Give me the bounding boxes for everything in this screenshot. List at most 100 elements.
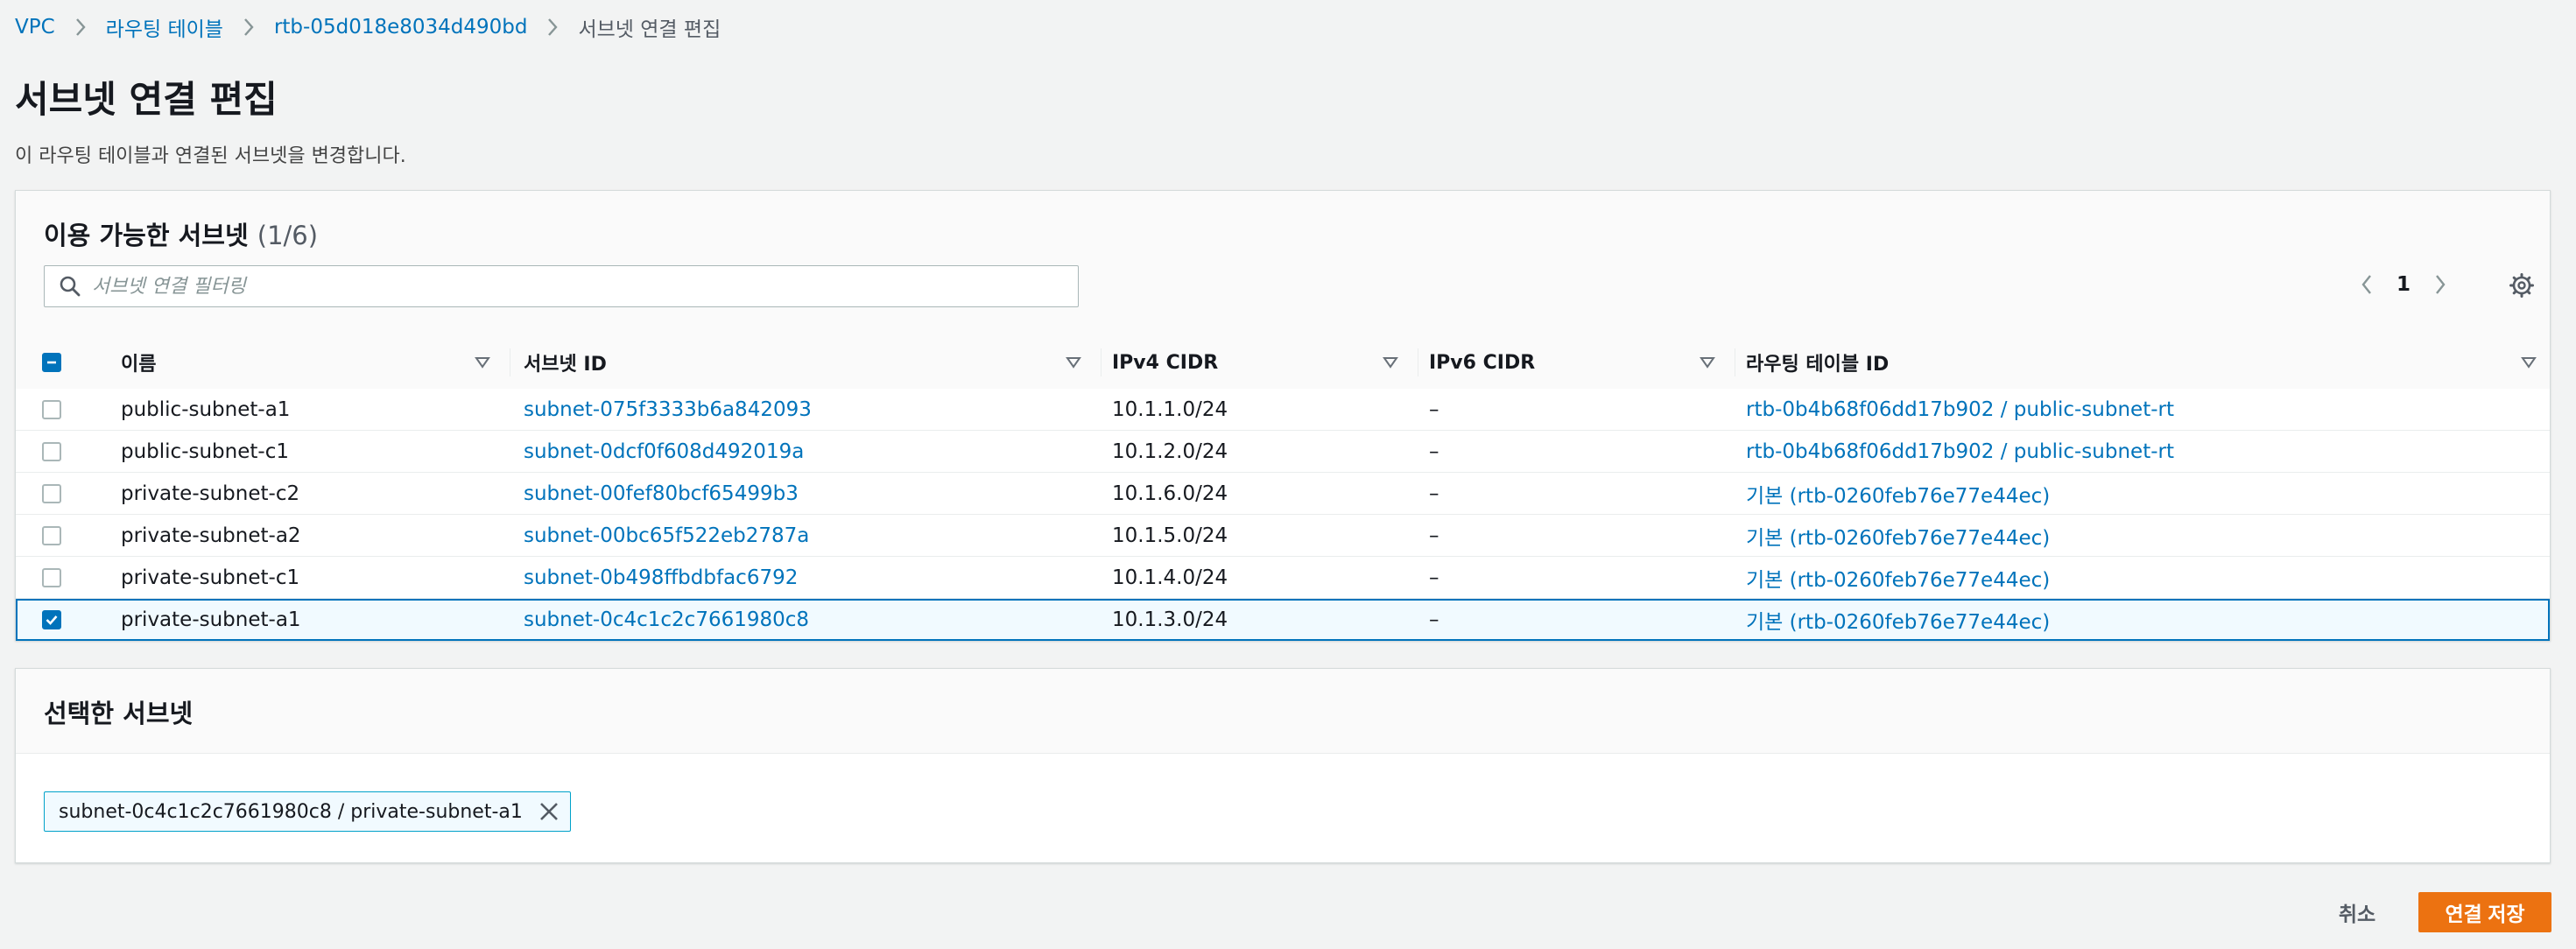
column-header-ipv4[interactable]: IPv4 CIDR: [1112, 336, 1418, 389]
subnet-name: private-subnet-a1: [121, 608, 301, 631]
subnet-filter-input[interactable]: [90, 274, 1078, 299]
ipv6-cidr: –: [1429, 482, 1439, 505]
chevron-left-icon[interactable]: [2354, 271, 2380, 298]
row-checkbox[interactable]: [42, 484, 61, 503]
row-select-cell: [42, 431, 61, 473]
close-icon[interactable]: [535, 798, 563, 826]
token-label: subnet-0c4c1c2c7661980c8 / private-subne…: [59, 800, 523, 823]
column-label: IPv4 CIDR: [1112, 351, 1219, 374]
chevron-right-icon[interactable]: [2427, 271, 2453, 298]
subnet-table-body: public-subnet-a1 subnet-075f3333b6a84209…: [16, 389, 2550, 641]
subnet-id-link[interactable]: subnet-00bc65f522eb2787a: [524, 515, 809, 557]
table-row[interactable]: public-subnet-a1 subnet-075f3333b6a84209…: [16, 389, 2550, 431]
column-header-route-table[interactable]: 라우팅 테이블 ID: [1746, 336, 2543, 389]
breadcrumb: VPC 라우팅 테이블 rtb-05d018e8034d490bd 서브넷 연결…: [15, 12, 721, 42]
row-checkbox[interactable]: [42, 400, 61, 419]
ipv4-cidr: 10.1.2.0/24: [1112, 440, 1228, 463]
breadcrumb-route-table-id[interactable]: rtb-05d018e8034d490bd: [274, 16, 528, 39]
table-row[interactable]: public-subnet-c1 subnet-0dcf0f608d492019…: [16, 431, 2550, 473]
column-label: 이름: [121, 354, 157, 376]
ipv6-cidr: –: [1429, 608, 1439, 631]
save-associations-button[interactable]: 연결 저장: [2418, 892, 2551, 932]
subnet-name: private-subnet-c2: [121, 482, 300, 505]
breadcrumb-current: 서브넷 연결 편집: [578, 18, 721, 41]
chevron-right-icon: [236, 17, 262, 38]
sort-caret-icon: [1383, 357, 1398, 369]
ipv6-cidr: –: [1429, 440, 1439, 463]
subnet-id-link[interactable]: subnet-00fef80bcf65499b3: [524, 473, 799, 515]
row-select-cell: [42, 599, 61, 641]
pagination: 1: [2354, 271, 2453, 298]
subnet-id-link[interactable]: subnet-0c4c1c2c7661980c8: [524, 599, 809, 641]
checkmark-icon: [46, 615, 58, 625]
selected-subnets-title: 선택한 서브넷: [44, 699, 194, 728]
ipv4-cidr: 10.1.5.0/24: [1112, 524, 1228, 547]
ipv4-cidr: 10.1.3.0/24: [1112, 608, 1228, 631]
available-subnets-header: 이용 가능한 서브넷 (1/6) 1: [16, 191, 2550, 390]
subnet-name: public-subnet-a1: [121, 398, 291, 421]
chevron-right-icon: [67, 17, 94, 38]
row-select-cell: [42, 389, 61, 431]
table-header: 이름 서브넷 ID IPv4 CIDR IPv6 CIDR 라우팅 테이블 ID: [16, 336, 2550, 389]
ipv4-cidr: 10.1.1.0/24: [1112, 398, 1228, 421]
select-all-cell: [42, 336, 103, 389]
subnet-id-link[interactable]: subnet-0b498ffbdbfac6792: [524, 557, 798, 599]
selected-subnets-header: 선택한 서브넷: [16, 669, 2550, 754]
row-select-cell: [42, 515, 61, 557]
row-checkbox[interactable]: [42, 610, 61, 629]
ipv6-cidr: –: [1429, 524, 1439, 547]
filter-box: [44, 265, 1079, 307]
table-row[interactable]: private-subnet-a2 subnet-00bc65f522eb278…: [16, 515, 2550, 557]
ipv6-cidr: –: [1429, 398, 1439, 421]
breadcrumb-route-tables[interactable]: 라우팅 테이블: [106, 12, 223, 42]
subnet-name: private-subnet-c1: [121, 566, 300, 589]
subnet-id-link[interactable]: subnet-0dcf0f608d492019a: [524, 431, 804, 473]
sort-caret-icon: [1700, 357, 1715, 369]
breadcrumb-vpc[interactable]: VPC: [15, 16, 55, 39]
column-label: IPv6 CIDR: [1429, 351, 1536, 374]
route-table-link[interactable]: 기본 (rtb-0260feb76e77e44ec): [1746, 557, 2050, 599]
row-checkbox[interactable]: [42, 442, 61, 461]
column-label: 서브넷 ID: [524, 354, 607, 376]
chevron-right-icon: [539, 17, 566, 38]
available-subnets-panel: 이용 가능한 서브넷 (1/6) 1: [15, 190, 2551, 641]
route-table-link[interactable]: 기본 (rtb-0260feb76e77e44ec): [1746, 515, 2050, 557]
search-icon: [59, 275, 81, 298]
table-row[interactable]: private-subnet-c1 subnet-0b498ffbdbfac67…: [16, 557, 2550, 599]
row-select-cell: [42, 557, 61, 599]
ipv6-cidr: –: [1429, 566, 1439, 589]
sort-caret-icon: [475, 357, 490, 369]
column-label: 라우팅 테이블 ID: [1746, 354, 1890, 376]
table-row[interactable]: private-subnet-a1 subnet-0c4c1c2c7661980…: [16, 599, 2550, 641]
panel-title: 이용 가능한 서브넷 (1/6): [44, 215, 318, 252]
page-title: 서브넷 연결 편집: [15, 78, 278, 121]
route-table-link[interactable]: 기본 (rtb-0260feb76e77e44ec): [1746, 473, 2050, 515]
selected-subnets-panel: 선택한 서브넷 subnet-0c4c1c2c7661980c8 / priva…: [15, 668, 2551, 863]
gear-icon[interactable]: [2508, 271, 2536, 299]
row-checkbox[interactable]: [42, 568, 61, 587]
row-checkbox[interactable]: [42, 526, 61, 545]
row-select-cell: [42, 473, 61, 515]
route-table-link[interactable]: rtb-0b4b68f06dd17b902 / public-subnet-rt: [1746, 431, 2174, 473]
selection-count: (1/6): [257, 221, 319, 250]
page-description: 이 라우팅 테이블과 연결된 서브넷을 변경합니다.: [15, 145, 406, 167]
table-row[interactable]: private-subnet-c2 subnet-00fef80bcf65499…: [16, 473, 2550, 515]
column-header-ipv6[interactable]: IPv6 CIDR: [1429, 336, 1735, 389]
selected-subnet-token: subnet-0c4c1c2c7661980c8 / private-subne…: [44, 791, 571, 832]
subnet-id-link[interactable]: subnet-075f3333b6a842093: [524, 389, 812, 431]
sort-caret-icon: [1066, 357, 1081, 369]
cancel-button[interactable]: 취소: [2322, 892, 2392, 932]
subnet-name: public-subnet-c1: [121, 440, 289, 463]
minus-icon: [47, 361, 56, 364]
column-header-subnet-id[interactable]: 서브넷 ID: [524, 336, 1101, 389]
sort-caret-icon: [2521, 357, 2537, 369]
ipv4-cidr: 10.1.6.0/24: [1112, 482, 1228, 505]
ipv4-cidr: 10.1.4.0/24: [1112, 566, 1228, 589]
subnet-name: private-subnet-a2: [121, 524, 301, 547]
column-header-name[interactable]: 이름: [121, 336, 510, 389]
available-subnets-title: 이용 가능한 서브넷: [44, 221, 249, 250]
select-all-checkbox[interactable]: [42, 353, 61, 372]
route-table-link[interactable]: 기본 (rtb-0260feb76e77e44ec): [1746, 599, 2050, 641]
current-page-number[interactable]: 1: [2380, 273, 2427, 296]
route-table-link[interactable]: rtb-0b4b68f06dd17b902 / public-subnet-rt: [1746, 389, 2174, 431]
